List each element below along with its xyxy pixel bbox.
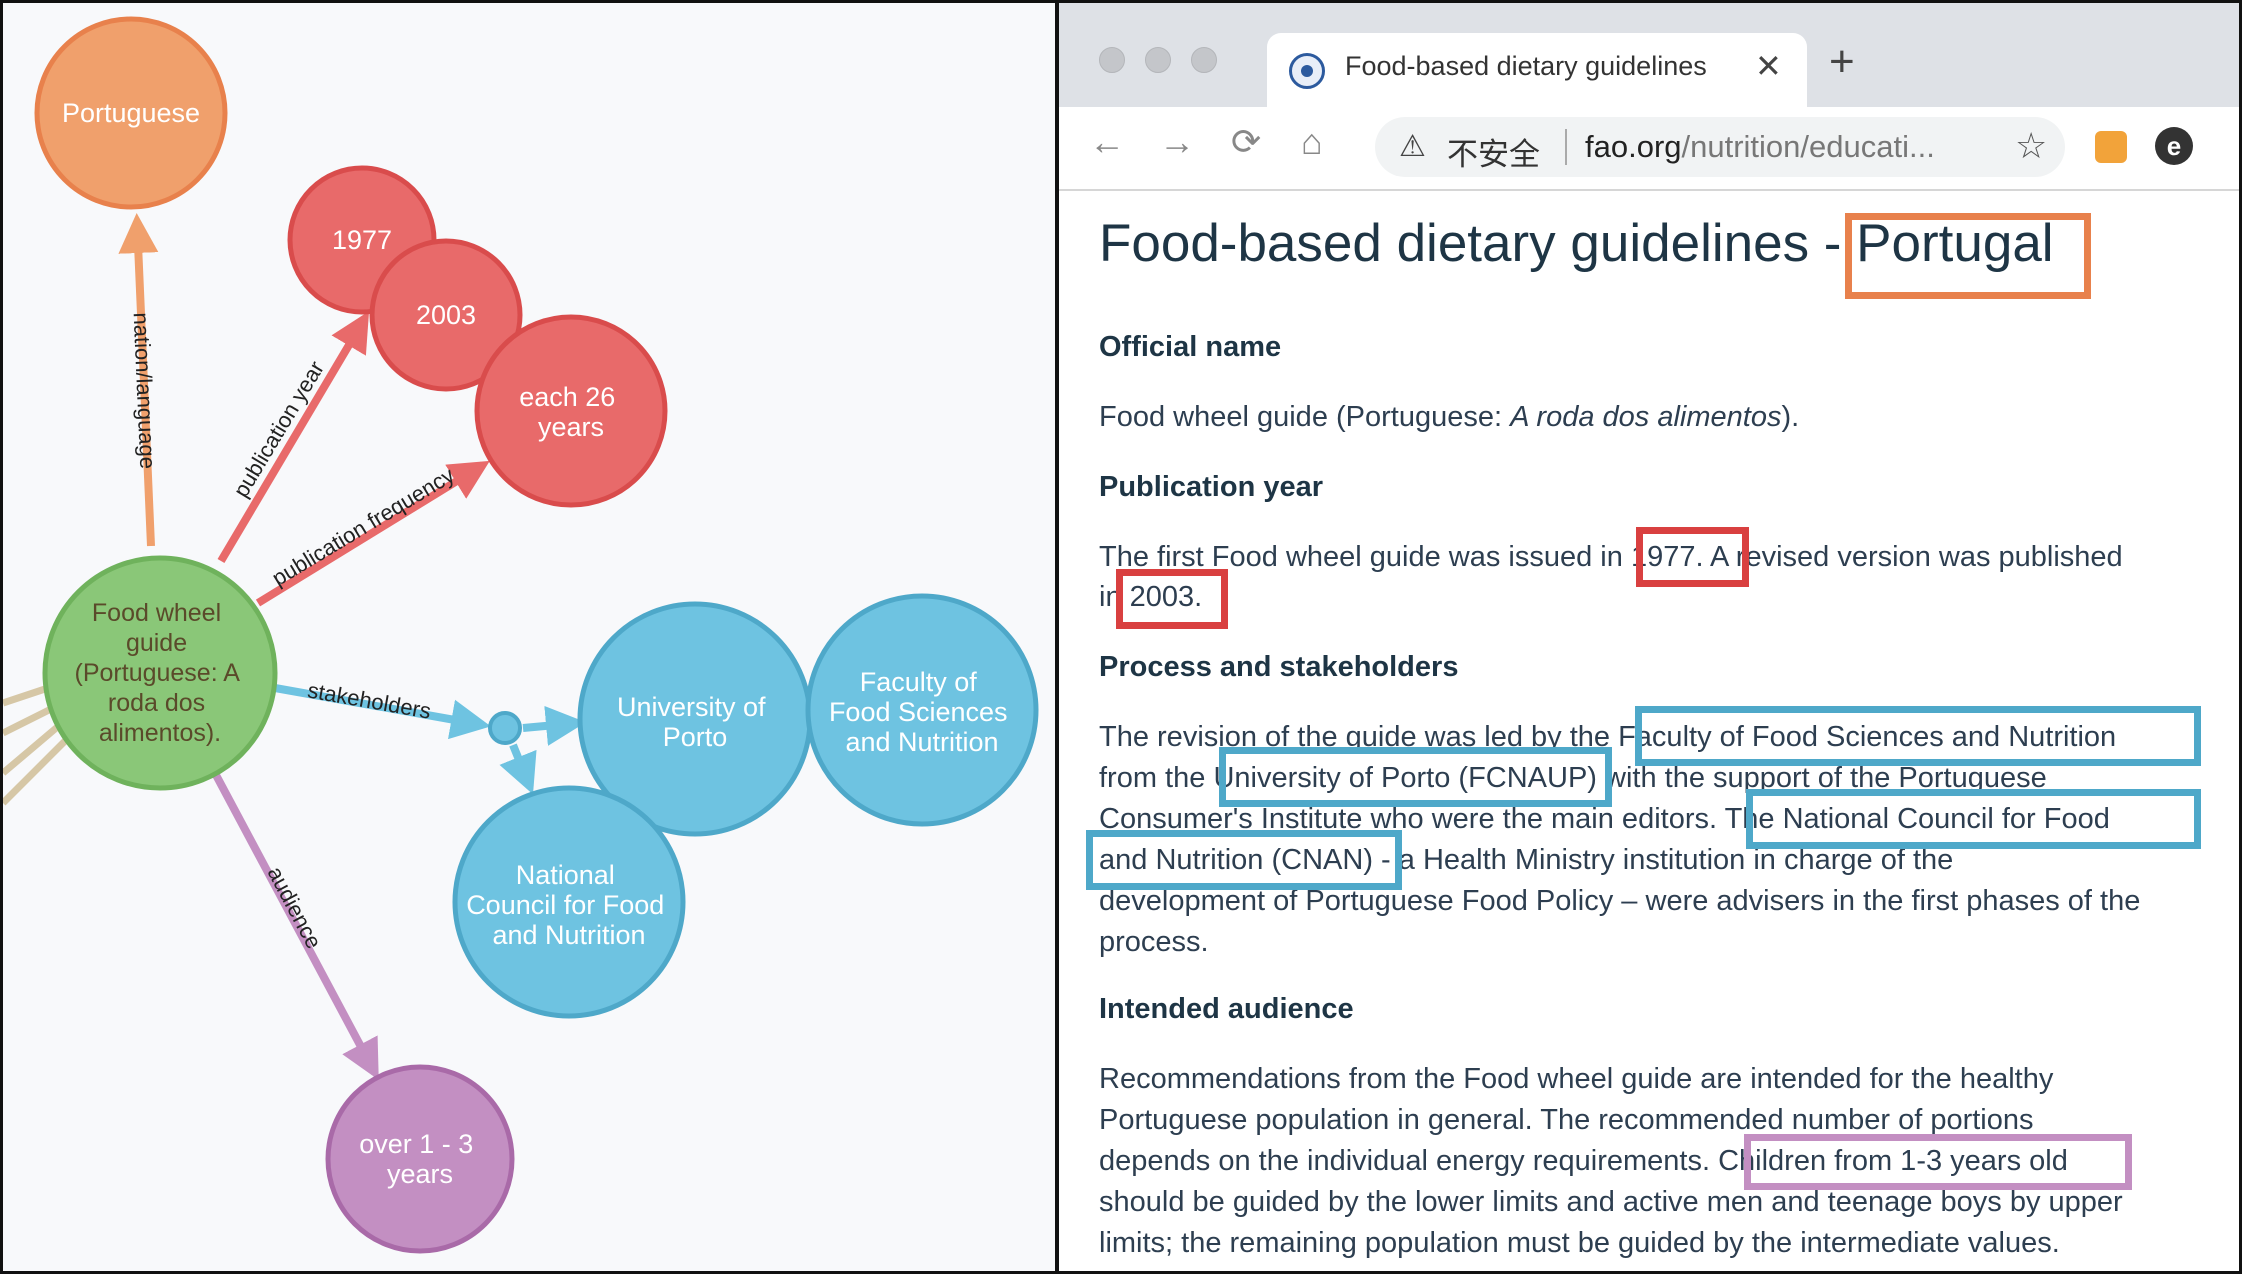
audience-line-4: should be guided by the lower limits and…: [1099, 1186, 2123, 1218]
audience-line-1: Recommendations from the Food wheel guid…: [1099, 1063, 2054, 1095]
highlight-1977: [1636, 527, 1749, 587]
official-name-text: Food wheel guide (Portuguese: A roda dos…: [1099, 401, 1800, 433]
edge-hub-uporto: [522, 705, 586, 746]
profile-extension-icon[interactable]: e: [2155, 127, 2193, 165]
tab-close-icon[interactable]: ✕: [1755, 47, 1782, 85]
publication-line-1: The first Food wheel guide was issued in…: [1099, 541, 2123, 573]
address-separator: [1565, 129, 1567, 165]
node-faculty-of-food-sciences[interactable]: Faculty of Food Sciences and Nutrition: [805, 593, 1039, 827]
node-over-1-3-years[interactable]: over 1 - 3 years: [325, 1064, 515, 1254]
knowledge-graph: nation/language publication year publica…: [3, 16, 1039, 1254]
browser-chrome: Food-based dietary guidelines ✕ + ← → ⟳ …: [1059, 3, 2239, 191]
node-each-26-years[interactable]: each 26 years: [474, 314, 668, 508]
audience-line-5: limits; the remaining population must be…: [1099, 1227, 2060, 1259]
heading-intended-audience: Intended audience: [1099, 993, 1354, 1025]
edge-label-audience: audience: [263, 862, 327, 953]
browser-toolbar: ← → ⟳ ⌂ ⚠ 不安全 fao.org/nutrition/educati.…: [1059, 107, 2239, 191]
heading-publication-year: Publication year: [1099, 471, 1324, 503]
edge-label-stakeholders: stakeholders: [306, 677, 433, 723]
address-bar[interactable]: ⚠ 不安全 fao.org/nutrition/educati... ☆: [1375, 117, 2065, 177]
warning-icon[interactable]: ⚠: [1399, 129, 1426, 164]
highlight-children: [1744, 1134, 2132, 1190]
audience-line-2: Portuguese population in general. The re…: [1099, 1104, 2034, 1136]
window-close-button[interactable]: [1099, 47, 1125, 73]
stakeholders-hub[interactable]: [488, 711, 522, 745]
highlight-university-of-porto: [1219, 747, 1612, 807]
extension-icon[interactable]: [2095, 131, 2127, 163]
node-label: Food wheel guide (Portuguese: A roda dos…: [75, 599, 246, 747]
tab-fao-guidelines[interactable]: Food-based dietary guidelines ✕: [1267, 33, 1807, 107]
process-line-6: process.: [1099, 926, 1209, 958]
highlight-faculty: [1635, 706, 2201, 766]
node-food-wheel-guide[interactable]: Food wheel guide (Portuguese: A roda dos…: [42, 555, 278, 791]
tab-title: Food-based dietary guidelines: [1345, 51, 1707, 81]
url-text[interactable]: fao.org/nutrition/educati...: [1585, 129, 1935, 165]
heading-process-stakeholders: Process and stakeholders: [1099, 651, 1459, 683]
bookmark-star-icon[interactable]: ☆: [2015, 125, 2047, 167]
node-label: 1977: [332, 225, 392, 255]
node-label: Portuguese: [62, 98, 200, 128]
edge-label-publication-year: publication year: [228, 357, 329, 502]
browser-window: Food-based dietary guidelines ✕ + ← → ⟳ …: [1059, 3, 2239, 1271]
highlight-national-council: [1746, 789, 2201, 849]
reload-icon[interactable]: ⟳: [1231, 121, 1261, 163]
heading-official-name: Official name: [1099, 331, 1282, 363]
new-tab-button[interactable]: +: [1829, 37, 1855, 87]
knowledge-graph-panel: nation/language publication year publica…: [3, 3, 1056, 1271]
highlight-2003: [1116, 569, 1228, 629]
home-icon[interactable]: ⌂: [1301, 121, 1323, 163]
fao-favicon-icon: [1289, 53, 1325, 89]
tab-strip: Food-based dietary guidelines ✕ +: [1059, 3, 2239, 107]
forward-icon[interactable]: →: [1159, 121, 1195, 163]
edge-label-nation-language: nation/language: [129, 312, 161, 470]
edge-hub-cnan: [499, 743, 537, 795]
edge-label-publication-frequency: publication frequency: [268, 462, 459, 591]
window-minimize-button[interactable]: [1145, 47, 1171, 73]
back-icon[interactable]: ←: [1089, 121, 1125, 163]
node-label: 2003: [416, 300, 476, 330]
window-maximize-button[interactable]: [1191, 47, 1217, 73]
not-secure-label[interactable]: 不安全: [1447, 129, 1540, 174]
highlight-portugal: [1845, 213, 2091, 299]
node-national-council[interactable]: National Council for Food and Nutrition: [452, 785, 686, 1019]
highlight-cnan: [1086, 830, 1402, 890]
node-portuguese[interactable]: Portuguese: [34, 16, 228, 210]
